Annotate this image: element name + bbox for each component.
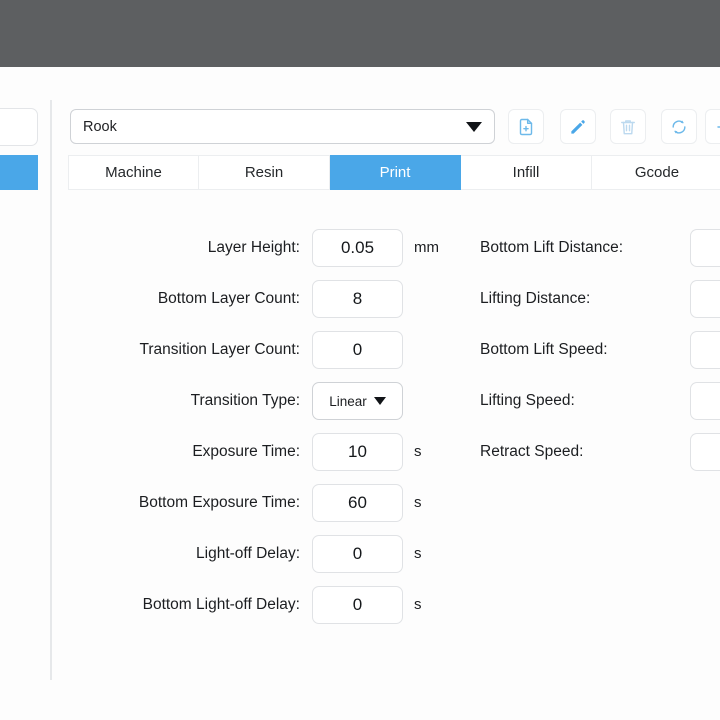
input-lifting-distance[interactable] <box>690 280 720 318</box>
label-transition-type: Transition Type: <box>40 382 300 420</box>
clipped-button[interactable] <box>0 108 38 146</box>
label-light-off-delay: Light-off Delay: <box>40 535 300 573</box>
input-bottom-layer-count[interactable]: 8 <box>312 280 403 318</box>
settings-tabs: Machine Resin Print Infill Gcode <box>68 155 720 190</box>
form-row-retract-speed: Retract Speed: <box>480 433 720 471</box>
label-retract-speed: Retract Speed: <box>480 433 583 471</box>
extra-button[interactable] <box>705 109 720 144</box>
form-row-transition-type: Transition Type: Linear <box>0 382 460 420</box>
input-lifting-speed[interactable] <box>690 382 720 420</box>
tab-gcode[interactable]: Gcode <box>592 155 720 190</box>
chevron-down-icon <box>374 397 386 405</box>
tab-label: Gcode <box>635 164 679 181</box>
tab-label: Print <box>380 164 411 181</box>
unit-layer-height: mm <box>414 229 439 267</box>
input-bottom-lift-speed[interactable] <box>690 331 720 369</box>
trash-icon <box>618 117 638 137</box>
input-bottom-light-off-delay[interactable]: 0 <box>312 586 403 624</box>
input-retract-speed[interactable] <box>690 433 720 471</box>
select-value: Linear <box>329 394 367 409</box>
tab-machine[interactable]: Machine <box>68 155 199 190</box>
new-profile-button[interactable] <box>508 109 544 144</box>
tab-print[interactable]: Print <box>330 155 461 190</box>
reset-profile-button[interactable] <box>661 109 697 144</box>
partial-icon <box>713 117 720 137</box>
clipped-active-tab[interactable] <box>0 155 38 190</box>
unit-bottom-exposure-time: s <box>414 484 422 522</box>
form-row-lifting-speed: Lifting Speed: <box>480 382 720 420</box>
input-transition-layer-count[interactable]: 0 <box>312 331 403 369</box>
edit-profile-button[interactable] <box>560 109 596 144</box>
form-row-bottom-lift-speed: Bottom Lift Speed: <box>480 331 720 369</box>
unit-bottom-light-off-delay: s <box>414 586 422 624</box>
tab-label: Machine <box>105 164 162 181</box>
label-bottom-light-off-delay: Bottom Light-off Delay: <box>40 586 300 624</box>
label-bottom-exposure-time: Bottom Exposure Time: <box>40 484 300 522</box>
form-row-transition-layer-count: Transition Layer Count: 0 <box>0 331 460 369</box>
form-row-bottom-lift-distance: Bottom Lift Distance: <box>480 229 720 267</box>
chevron-down-icon <box>466 122 482 132</box>
label-lifting-speed: Lifting Speed: <box>480 382 575 420</box>
input-bottom-exposure-time[interactable]: 60 <box>312 484 403 522</box>
label-lifting-distance: Lifting Distance: <box>480 280 590 318</box>
form-row-layer-height: Layer Height: 0.05 mm <box>0 229 460 267</box>
label-bottom-layer-count: Bottom Layer Count: <box>40 280 300 318</box>
file-plus-icon <box>516 117 536 137</box>
form-row-exposure-time: Exposure Time: 10 s <box>0 433 460 471</box>
label-transition-layer-count: Transition Layer Count: <box>40 331 300 369</box>
label-layer-height: Layer Height: <box>40 229 300 267</box>
tab-label: Infill <box>513 164 540 181</box>
form-row-bottom-exposure-time: Bottom Exposure Time: 60 s <box>0 484 460 522</box>
label-bottom-lift-distance: Bottom Lift Distance: <box>480 229 623 267</box>
pencil-icon <box>568 117 588 137</box>
input-bottom-lift-distance[interactable] <box>690 229 720 267</box>
app-window: Rook Machine Resin Print Infill Gcode Layer … <box>0 0 720 720</box>
form-row-bottom-light-off-delay: Bottom Light-off Delay: 0s <box>0 586 460 624</box>
tab-infill[interactable]: Infill <box>461 155 592 190</box>
profile-select-value: Rook <box>83 119 466 135</box>
label-bottom-lift-speed: Bottom Lift Speed: <box>480 331 608 369</box>
profile-select[interactable]: Rook <box>70 109 495 144</box>
input-exposure-time[interactable]: 10 <box>312 433 403 471</box>
label-exposure-time: Exposure Time: <box>40 433 300 471</box>
unit-exposure-time: s <box>414 433 422 471</box>
input-light-off-delay[interactable]: 0 <box>312 535 403 573</box>
tab-label: Resin <box>245 164 283 181</box>
title-bar <box>0 0 720 67</box>
select-transition-type[interactable]: Linear <box>312 382 403 420</box>
form-row-bottom-layer-count: Bottom Layer Count: 8 <box>0 280 460 318</box>
form-row-light-off-delay: Light-off Delay: 0s <box>0 535 460 573</box>
unit-light-off-delay: s <box>414 535 422 573</box>
refresh-icon <box>669 117 689 137</box>
form-row-lifting-distance: Lifting Distance: <box>480 280 720 318</box>
input-layer-height[interactable]: 0.05 <box>312 229 403 267</box>
tab-resin[interactable]: Resin <box>199 155 330 190</box>
delete-profile-button[interactable] <box>610 109 646 144</box>
